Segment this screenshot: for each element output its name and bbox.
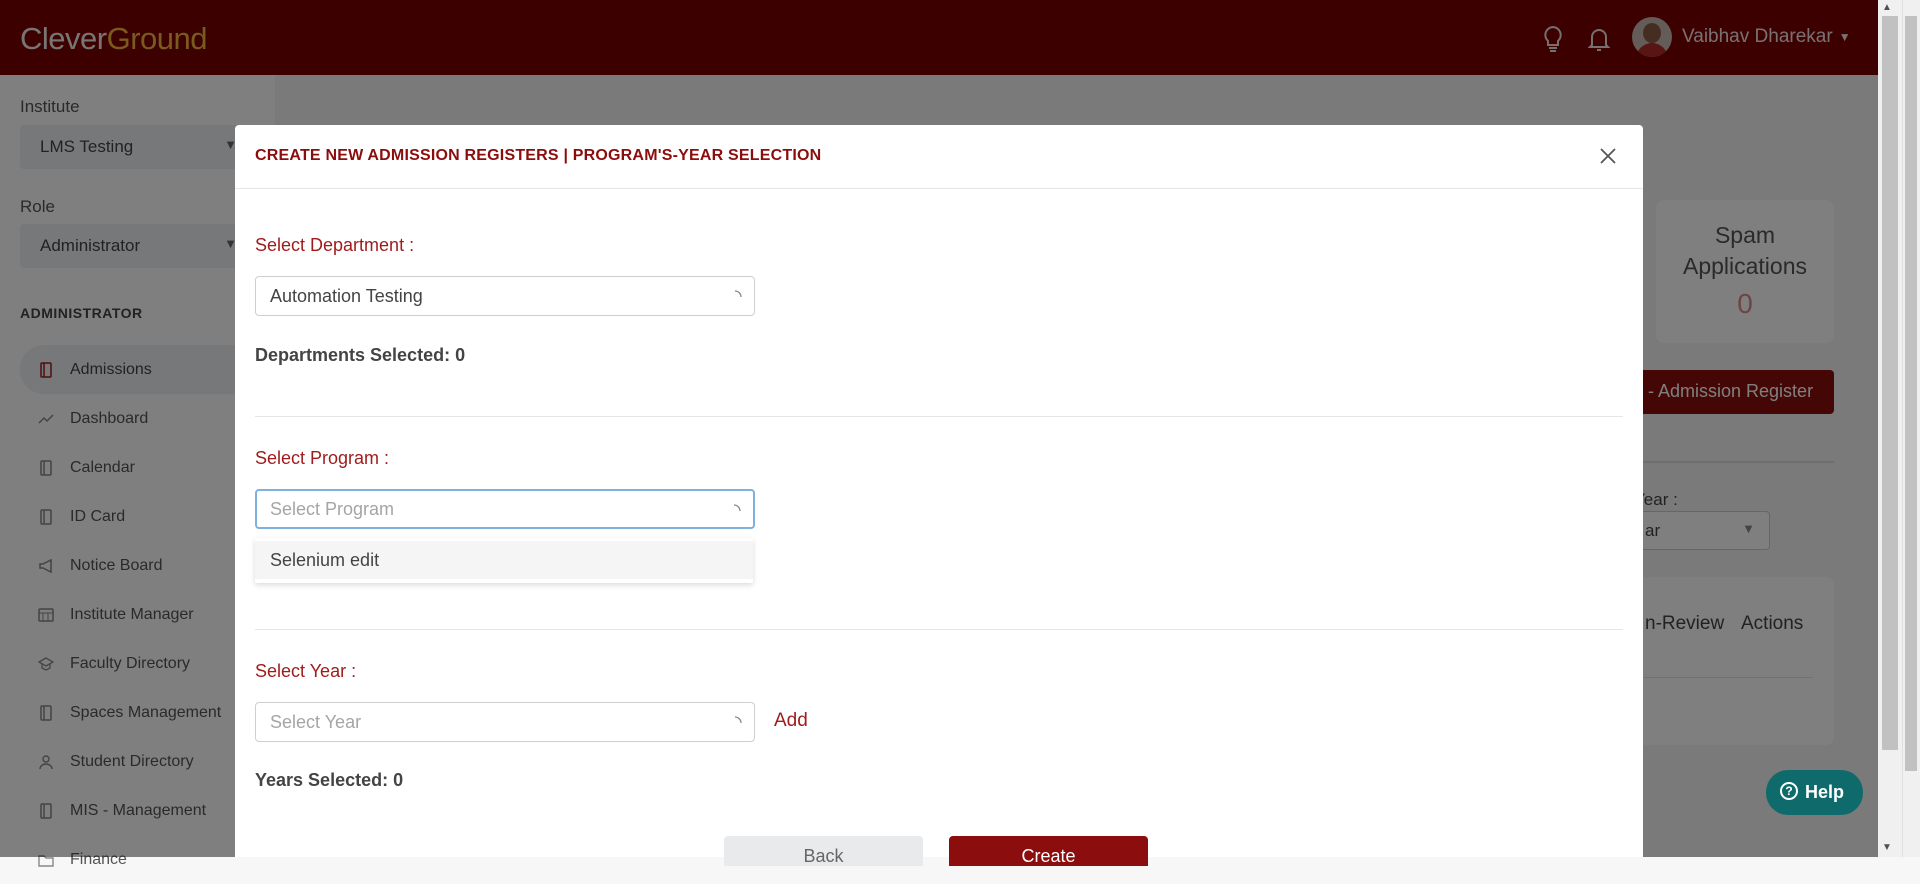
- create-admission-register-modal: CREATE NEW ADMISSION REGISTERS | PROGRAM…: [235, 125, 1643, 866]
- window-scrollbar-thumb[interactable]: [1905, 16, 1917, 771]
- year-select[interactable]: Select Year: [255, 702, 755, 742]
- modal-header: CREATE NEW ADMISSION REGISTERS | PROGRAM…: [235, 125, 1643, 189]
- program-dropdown-menu: Selenium edit: [255, 538, 753, 583]
- add-year-link[interactable]: Add: [774, 710, 808, 732]
- help-button[interactable]: ? Help: [1766, 770, 1863, 815]
- modal-title: CREATE NEW ADMISSION REGISTERS | PROGRAM…: [255, 147, 822, 164]
- department-select[interactable]: Automation Testing: [255, 276, 755, 316]
- loading-spinner-icon: [728, 714, 742, 728]
- year-label: Select Year :: [255, 661, 357, 681]
- departments-selected-count: Departments Selected: 0: [255, 345, 466, 365]
- back-button[interactable]: Back: [724, 836, 923, 866]
- scroll-up-arrow-icon[interactable]: ▲: [1882, 2, 1892, 13]
- years-selected-count: Years Selected: 0: [255, 770, 404, 790]
- create-button[interactable]: Create: [949, 836, 1148, 866]
- loading-spinner-icon: [727, 502, 741, 516]
- program-option[interactable]: Selenium edit: [255, 541, 753, 579]
- program-select[interactable]: Select Program: [255, 489, 755, 529]
- loading-spinner-icon: [728, 288, 742, 302]
- scroll-down-arrow-icon[interactable]: ▼: [1882, 842, 1892, 853]
- close-icon[interactable]: [1597, 145, 1619, 167]
- divider: [255, 416, 1623, 417]
- program-label: Select Program :: [255, 448, 390, 468]
- page-scrollbar-thumb[interactable]: [1882, 16, 1898, 750]
- department-label: Select Department :: [255, 235, 415, 255]
- question-icon: ?: [1780, 782, 1798, 800]
- divider: [255, 629, 1623, 630]
